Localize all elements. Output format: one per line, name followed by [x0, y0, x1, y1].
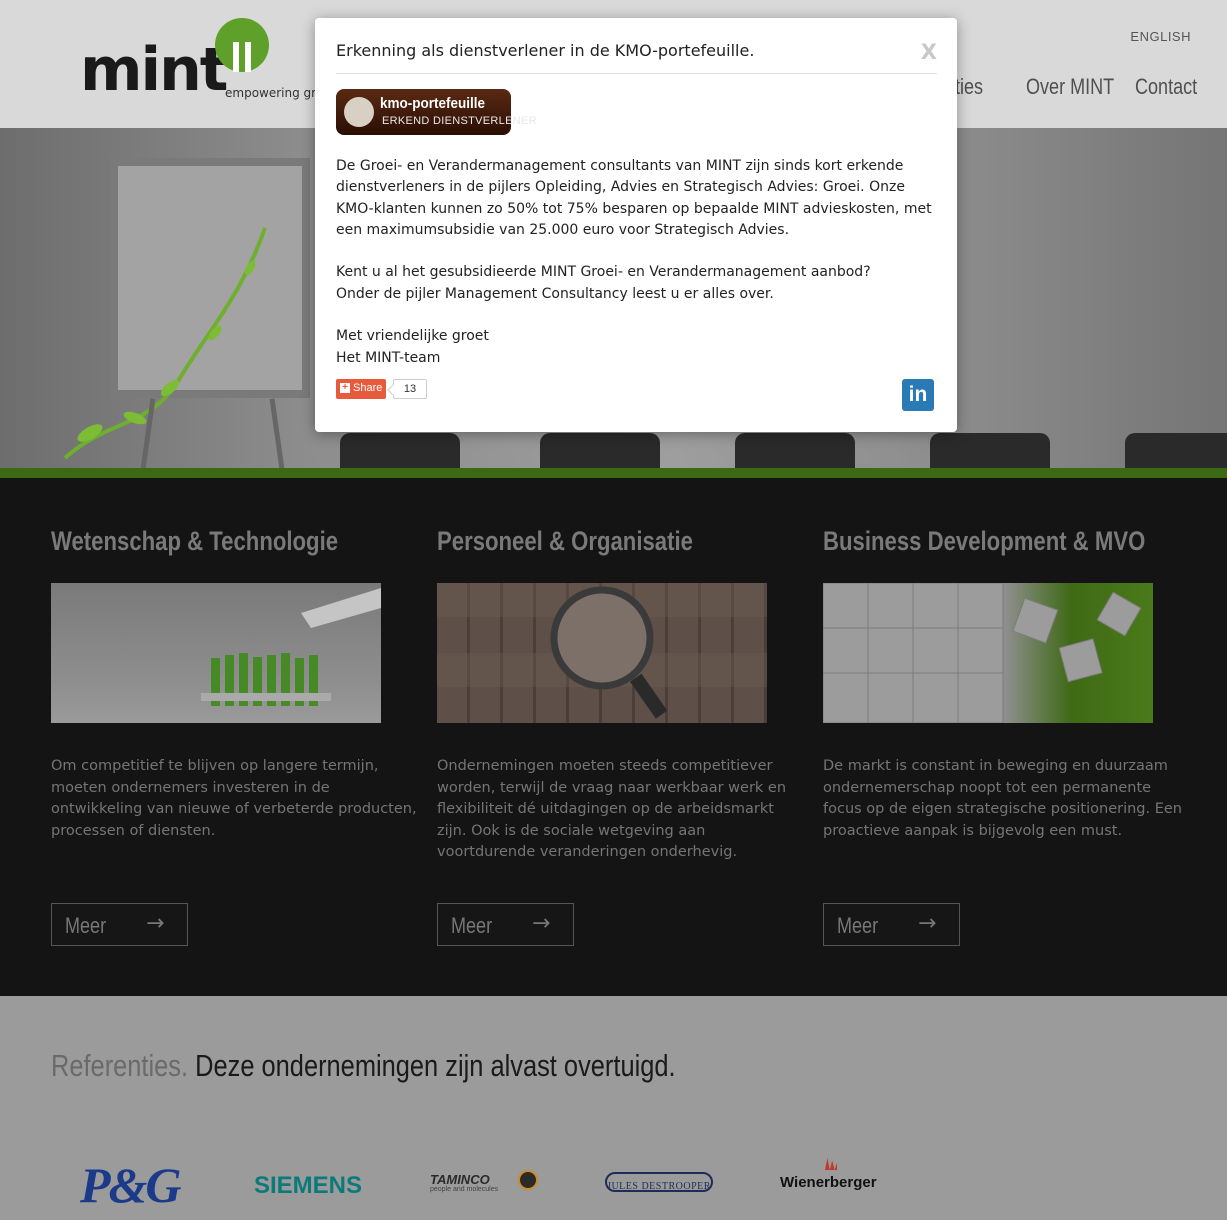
services-section: Wetenschap & Technologie Om competitief …: [0, 478, 1227, 996]
logo-taminco-subtitle: people and molecules: [430, 1186, 499, 1193]
plus-icon: +: [340, 383, 350, 393]
chair-illustration: [540, 433, 660, 468]
meer-button-label: Meer: [65, 913, 107, 938]
faces-magnifier-image: [437, 583, 767, 723]
nav-item-contact[interactable]: Contact: [1135, 74, 1197, 100]
modal-body: De Groei- en Verandermanagement consulta…: [336, 156, 936, 390]
modal-paragraph: De Groei- en Verandermanagement consulta…: [336, 158, 932, 238]
modal-paragraph: Kent u al het gesubsidieerde MINT Groei-…: [336, 262, 936, 305]
arrow-right-icon: →: [146, 911, 165, 936]
references-heading-label: Referenties.: [51, 1048, 189, 1083]
kmo-badge-subtitle: ERKEND DIENSTVERLENER: [382, 115, 537, 127]
close-icon[interactable]: X: [921, 40, 937, 64]
modal-title: Erkenning als dienstverlener in de KMO-p…: [336, 41, 755, 60]
share-button-label: Share: [353, 382, 383, 394]
share-count-badge: 13: [393, 379, 427, 399]
kmo-announcement-modal: Erkenning als dienstverlener in de KMO-p…: [315, 18, 957, 432]
service-title: Wetenschap & Technologie: [51, 526, 339, 556]
meer-button[interactable]: Meer →: [51, 903, 188, 946]
meer-button-label: Meer: [837, 913, 879, 938]
logo-wordmark: mint: [80, 35, 228, 105]
language-switch-english[interactable]: ENGLISH: [1130, 29, 1191, 44]
service-title: Personeel & Organisatie: [437, 526, 693, 556]
green-divider: [0, 468, 1227, 478]
modal-pointer: Onder de pijler Management Consultancy l…: [336, 285, 774, 302]
mint-logo[interactable]: mint empowering grov: [80, 18, 340, 108]
service-column-business: Business Development & MVO De markt is c…: [822, 526, 1193, 946]
modal-question: Kent u al het gesubsidieerde MINT Groei-…: [336, 264, 871, 281]
linkedin-icon[interactable]: in: [902, 379, 934, 411]
meer-button[interactable]: Meer →: [437, 903, 574, 946]
references-heading-text: Deze ondernemingen zijn alvast overtuigd…: [195, 1048, 676, 1083]
logo-taminco-name: TAMINCO: [430, 1172, 490, 1187]
arrow-right-icon: →: [532, 911, 551, 936]
logo-wienerberger-name: Wienerberger: [780, 1174, 877, 1191]
logo-siemens[interactable]: SIEMENS: [254, 1172, 362, 1200]
logo-wienerberger[interactable]: Wienerberger: [780, 1158, 892, 1192]
modal-closing: Met vriendelijke groet Het MINT-team: [336, 326, 936, 369]
service-description: De markt is constant in beweging en duur…: [823, 758, 1182, 839]
logo-jules-destrooper[interactable]: JULES DESTROOPER: [605, 1172, 713, 1192]
meer-button-label: Meer: [451, 913, 493, 938]
references-section: Referenties. Deze ondernemingen zijn alv…: [0, 996, 1227, 1220]
service-description: Om competitief te blijven op langere ter…: [51, 758, 417, 839]
chair-illustration: [930, 433, 1050, 468]
arrow-right-icon: →: [918, 911, 937, 936]
logo-jules-destrooper-name: JULES DESTROOPER: [607, 1181, 711, 1192]
chair-illustration: [735, 433, 855, 468]
nav-item-referenties[interactable]: ties: [955, 74, 983, 100]
modal-greeting: Met vriendelijke groet: [336, 328, 489, 345]
kmo-badge-title: kmo-portefeuille: [380, 95, 486, 112]
plant-vine-illustration: [63, 227, 267, 460]
share-button[interactable]: + Share: [336, 379, 386, 399]
logo-mark-icon: [215, 18, 269, 72]
service-column-personnel: Personeel & Organisatie Ondernemingen mo…: [437, 526, 807, 946]
taminco-mark-icon: [518, 1170, 538, 1190]
lion-emblem-icon: [344, 97, 374, 127]
chair-illustration: [340, 433, 460, 468]
wienerberger-mark-icon: [825, 1158, 837, 1170]
service-description: Ondernemingen moeten steeds competitieve…: [437, 758, 787, 860]
modal-signature: Het MINT-team: [336, 349, 441, 366]
puzzle-pieces-image: [822, 582, 1153, 724]
logo-taminco[interactable]: TAMINCO people and molecules: [430, 1164, 542, 1196]
nav-item-over-mint[interactable]: Over MINT: [1026, 74, 1114, 100]
kmo-portefeuille-badge: kmo-portefeuille ERKEND DIENSTVERLENER: [336, 89, 537, 135]
meer-button[interactable]: Meer →: [823, 903, 960, 946]
references-heading: Referenties. Deze ondernemingen zijn alv…: [51, 1048, 676, 1084]
service-title: Business Development & MVO: [823, 526, 1146, 556]
service-column-science: Wetenschap & Technologie Om competitief …: [51, 526, 421, 946]
modal-divider: [336, 73, 937, 74]
logo-pg[interactable]: P&G: [80, 1156, 182, 1214]
lab-test-tubes-image: [51, 583, 381, 723]
chair-illustration: [1125, 433, 1227, 468]
